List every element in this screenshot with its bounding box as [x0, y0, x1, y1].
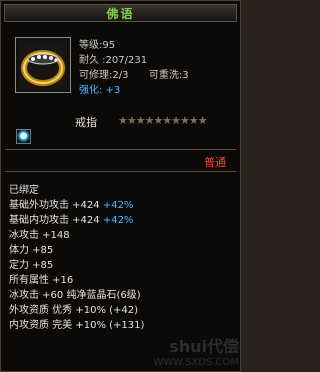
item-repairable: 可修理:2/3	[79, 70, 129, 81]
attribute-line: 所有属性 +16	[9, 275, 74, 286]
item-rarity: 普通	[204, 156, 226, 169]
watermark-brand: shui代偿	[169, 337, 239, 356]
item-repair-and-rewash: 可修理:2/3 可重洗:3	[79, 68, 189, 83]
attribute-line: 外攻资质 优秀 +10% (+42)	[9, 305, 139, 316]
attribute-line: 定力 +85	[9, 260, 54, 271]
attribute-line: 体力 +85	[9, 245, 54, 256]
item-tooltip-panel: 佛语 等级:95 耐久 :207/231 可修理:2/3 可重洗:3 强化: +…	[0, 0, 241, 372]
item-star-rating: ★★★★★★★★★★	[118, 114, 208, 127]
attribute-line: 基础外功攻击 +424 +42%	[9, 200, 134, 211]
ring-icon	[19, 41, 67, 89]
gem-slot-icon[interactable]	[16, 129, 31, 144]
divider-bottom	[5, 171, 236, 172]
watermark-url: WWW.SXDS.COM	[153, 357, 239, 368]
attribute-line: 基础内功攻击 +424 +42%	[9, 215, 134, 226]
item-level: 等级:95	[79, 40, 116, 51]
attribute-line: 已绑定	[9, 185, 39, 196]
item-name-title: 佛语	[4, 4, 237, 22]
item-durability: 耐久 :207/231	[79, 55, 148, 66]
item-refine-level: 强化: +3	[79, 85, 121, 96]
attribute-line: 冰攻击 +60 纯净蓝晶石(6级)	[9, 290, 141, 301]
attribute-line: 内攻资质 完美 +10% (+131)	[9, 320, 145, 331]
item-rewashable: 可重洗:3	[148, 70, 189, 81]
item-type: 戒指	[75, 116, 97, 129]
watermark: shui代偿 WWW.SXDS.COM	[151, 331, 239, 371]
attribute-list: 已绑定 基础外功攻击 +424 +42% 基础内功攻击 +424 +42% 冰攻…	[9, 183, 144, 333]
item-icon-frame	[15, 37, 71, 93]
attribute-line: 冰攻击 +148	[9, 230, 70, 241]
divider-top	[5, 149, 236, 150]
item-basic-info: 等级:95 耐久 :207/231 可修理:2/3 可重洗:3 强化: +3	[79, 38, 189, 98]
